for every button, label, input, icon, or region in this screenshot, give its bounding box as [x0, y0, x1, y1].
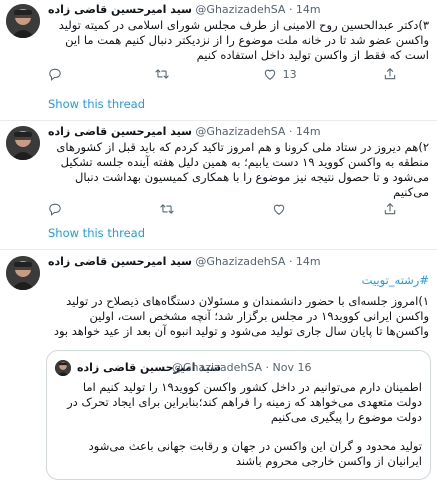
show-thread-link[interactable]: Show this thread: [48, 226, 145, 240]
tweet-text: ۱)امروز جلسه‌ای با حضور دانشمندان و مسئو…: [53, 294, 429, 338]
reply-button[interactable]: [48, 67, 68, 81]
tweet-2[interactable]: سید امیرحسین قاضی زاده @GhazizadehSA · 1…: [0, 121, 437, 256]
show-thread-link[interactable]: Show this thread: [48, 97, 145, 111]
timestamp[interactable]: · 14m: [289, 3, 321, 16]
like-button[interactable]: [272, 202, 292, 216]
author-handle[interactable]: @GhazizadehSA: [195, 125, 285, 138]
quoted-avatar: [55, 360, 71, 376]
reply-icon: [49, 68, 61, 81]
retweet-icon: [155, 69, 170, 79]
tweet-text: ۳)دکتر عبدالحسین روح الامینی از طرف مجلس…: [58, 18, 429, 62]
reply-icon: [49, 203, 61, 216]
author-handle[interactable]: @GhazizadehSA: [195, 3, 285, 16]
timestamp[interactable]: · 14m: [289, 125, 321, 138]
quoted-text-2: تولید محدود و گران این واکسن در جهان و ر…: [88, 439, 422, 468]
like-count: 13: [282, 67, 297, 81]
tweet-3[interactable]: سید امیرحسین قاضی زاده @GhazizadehSA · 1…: [0, 250, 437, 480]
hashtag-link[interactable]: #رشته_توییت: [44, 273, 429, 288]
author-name[interactable]: سید امیرحسین قاضی زاده: [48, 3, 192, 16]
share-button[interactable]: [383, 202, 397, 216]
like-button[interactable]: 13: [263, 67, 297, 81]
quoted-handle-time: @GhazizadehSA · Nov 16: [172, 360, 311, 376]
timestamp[interactable]: · 14m: [289, 255, 321, 268]
heart-icon: [273, 204, 285, 215]
retweet-button[interactable]: [154, 67, 176, 81]
tweet-header: سید امیرحسین قاضی زاده @GhazizadehSA · 1…: [48, 124, 429, 140]
heart-icon: [264, 69, 275, 80]
tweet-header: سید امیرحسین قاضی زاده @GhazizadehSA · 1…: [48, 2, 429, 18]
quoted-author-handle: @GhazizadehSA: [172, 361, 263, 374]
quoted-tweet[interactable]: سید امیرحسین قاضی زاده @GhazizadehSA · N…: [46, 350, 431, 480]
avatar[interactable]: [6, 4, 40, 38]
avatar[interactable]: [6, 256, 40, 290]
share-button[interactable]: [383, 67, 397, 81]
author-handle[interactable]: @GhazizadehSA: [195, 255, 285, 268]
share-icon: [384, 68, 396, 80]
quoted-text-1: اطمینان دارم می‌توانیم در داخل کشور واکس…: [67, 380, 422, 424]
quoted-timestamp: · Nov 16: [265, 361, 312, 374]
tweet-text: ۲)هم دیروز در ستاد ملی کرونا و هم امروز …: [56, 140, 429, 199]
reply-button[interactable]: [48, 202, 68, 216]
avatar[interactable]: [6, 126, 40, 160]
tweet-1[interactable]: سید امیرحسین قاضی زاده @GhazizadehSA · 1…: [0, 0, 437, 120]
action-bar: [48, 201, 397, 217]
share-icon: [384, 203, 396, 215]
author-name[interactable]: سید امیرحسین قاضی زاده: [48, 125, 192, 138]
tweet-header: سید امیرحسین قاضی زاده @GhazizadehSA · 1…: [48, 254, 429, 270]
action-bar: 13: [48, 66, 397, 82]
retweet-button[interactable]: [159, 202, 181, 216]
retweet-icon: [160, 204, 174, 214]
author-name[interactable]: سید امیرحسین قاضی زاده: [48, 255, 192, 268]
